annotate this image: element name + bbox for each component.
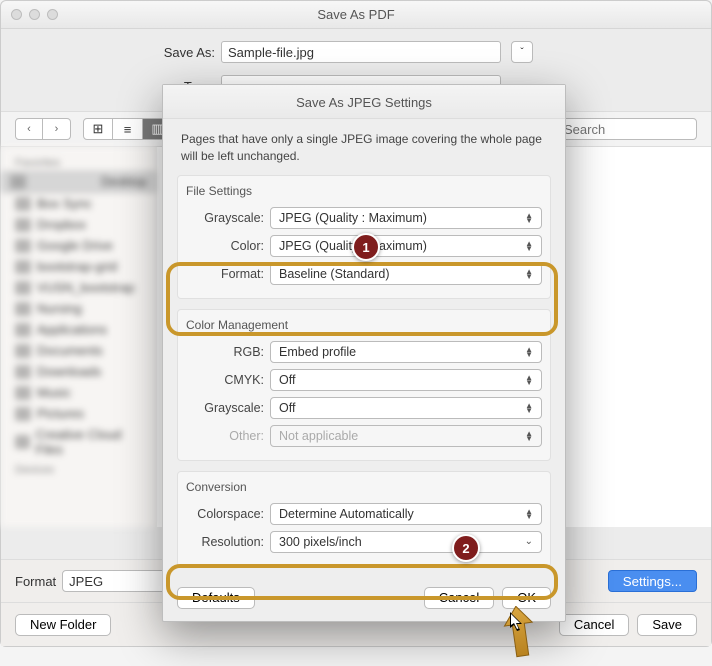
expand-button[interactable]: ˇ [511,41,533,63]
settings-button[interactable]: Settings... [608,570,697,592]
back-button[interactable]: ‹ [15,118,43,140]
window-title: Save As PDF [317,7,394,22]
conversion-heading: Conversion [186,480,542,494]
updown-icon: ▲▼ [525,403,533,413]
folder-icon [15,365,31,379]
updown-icon: ▲▼ [525,347,533,357]
updown-icon: ▲▼ [525,431,533,441]
ok-button[interactable]: OK [502,587,551,609]
cm-grayscale-select[interactable]: Off▲▼ [270,397,542,419]
new-folder-button[interactable]: New Folder [15,614,111,636]
updown-icon: ▲▼ [525,375,533,385]
folder-icon [15,323,31,337]
sheet-cancel-button[interactable]: Cancel [424,587,494,609]
colorspace-label: Colorspace: [186,507,270,521]
color-management-group: Color Management RGB: Embed profile▲▼ CM… [177,309,551,461]
chevron-down-icon: ⌄ [525,536,533,547]
sidebar-item[interactable]: Downloads [1,361,156,382]
titlebar: Save As PDF [1,1,711,29]
colorspace-select[interactable]: Determine Automatically▲▼ [270,503,542,525]
rgb-label: RGB: [186,345,270,359]
sidebar-item[interactable]: bootstrap-grid [1,256,156,277]
save-as-label: Save As: [1,45,221,60]
jpeg-settings-sheet: Save As JPEG Settings Pages that have on… [162,84,566,622]
folder-icon [15,407,31,421]
folder-icon [15,197,31,211]
minimize-icon[interactable] [29,9,40,20]
finder-sidebar: Favorites Desktop Box Sync Dropbox Googl… [1,147,157,527]
icon-view-button[interactable]: ⊞ [83,118,113,140]
sidebar-item[interactable]: Music [1,382,156,403]
close-icon[interactable] [11,9,22,20]
format-label: Format [15,574,56,589]
sidebar-item[interactable]: Pictures [1,403,156,424]
cancel-button[interactable]: Cancel [559,614,629,636]
color-select[interactable]: JPEG (Quality : Maximum)▲▼ [270,235,542,257]
grayscale-label: Grayscale: [186,211,270,225]
updown-icon: ▲▼ [525,213,533,223]
search-input[interactable] [557,118,697,140]
sidebar-item[interactable]: Nursing [1,298,156,319]
forward-button[interactable]: › [43,118,71,140]
sidebar-heading-devices: Devices [1,460,156,478]
cmyk-select[interactable]: Off▲▼ [270,369,542,391]
format-select[interactable]: Baseline (Standard)▲▼ [270,263,542,285]
color-label: Color: [186,239,270,253]
folder-icon [15,344,31,358]
folder-icon [15,239,31,253]
sheet-button-row: Defaults Cancel OK [163,583,565,609]
updown-icon: ▲▼ [525,241,533,251]
folder-icon [15,260,31,274]
folder-icon [15,302,31,316]
sidebar-item[interactable]: Applications [1,319,156,340]
resolution-select[interactable]: 300 pixels/inch⌄ [270,531,542,553]
save-as-row: Save As: ˇ [1,35,711,69]
updown-icon: ▲▼ [525,509,533,519]
annotation-badge-1: 1 [352,233,380,261]
folder-icon [15,435,30,449]
sidebar-item[interactable]: Desktop [1,171,156,193]
sidebar-item[interactable]: VUSN_bootstrap [1,277,156,298]
other-select: Not applicable▲▼ [270,425,542,447]
grayscale-select[interactable]: JPEG (Quality : Maximum)▲▼ [270,207,542,229]
sheet-hint: Pages that have only a single JPEG image… [177,129,551,175]
sidebar-item[interactable]: Dropbox [1,214,156,235]
defaults-button[interactable]: Defaults [177,587,255,609]
color-management-heading: Color Management [186,318,542,332]
rgb-select[interactable]: Embed profile▲▼ [270,341,542,363]
traffic-lights [11,9,58,20]
folder-icon [15,218,31,232]
sheet-title: Save As JPEG Settings [163,85,565,119]
save-button[interactable]: Save [637,614,697,636]
folder-icon [15,386,31,400]
conversion-group: Conversion Colorspace: Determine Automat… [177,471,551,567]
file-settings-heading: File Settings [186,184,542,198]
resolution-label: Resolution: [186,535,270,549]
other-label: Other: [186,429,270,443]
updown-icon: ▲▼ [525,269,533,279]
cm-grayscale-label: Grayscale: [186,401,270,415]
sidebar-item[interactable]: Documents [1,340,156,361]
folder-icon [15,281,31,295]
format-label: Format: [186,267,270,281]
sidebar-item[interactable]: Google Drive [1,235,156,256]
annotation-badge-2: 2 [452,534,480,562]
sidebar-heading-favorites: Favorites [1,153,156,171]
cmyk-label: CMYK: [186,373,270,387]
sidebar-item[interactable]: Creative Cloud Files [1,424,156,460]
save-as-input[interactable] [221,41,501,63]
sidebar-item[interactable]: Box Sync [1,193,156,214]
zoom-icon[interactable] [47,9,58,20]
folder-icon [10,175,26,189]
list-view-button[interactable]: ≡ [113,118,143,140]
